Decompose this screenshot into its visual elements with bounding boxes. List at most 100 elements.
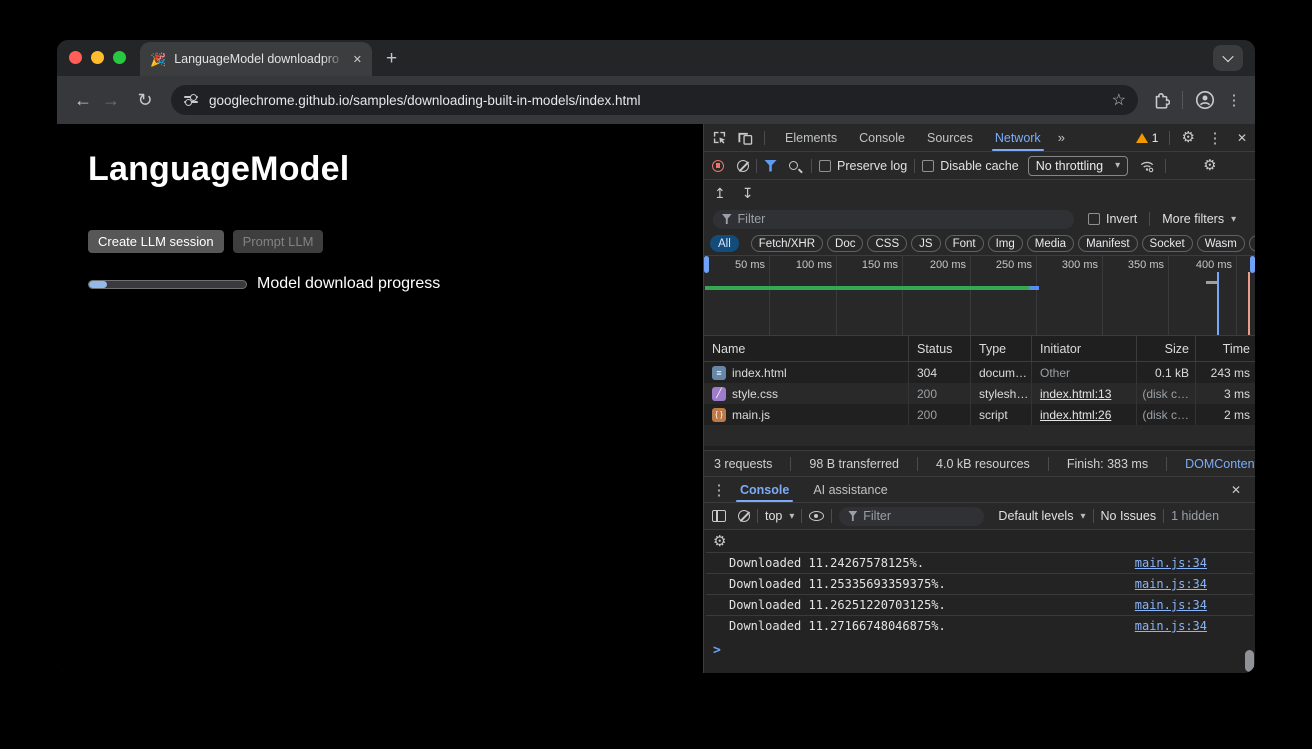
forward-button[interactable]: → [97,90,125,111]
chip-fetch-xhr[interactable]: Fetch/XHR [751,235,823,252]
timeline-tick: 50 ms [705,259,765,271]
export-har-icon[interactable]: ↧ [742,185,754,202]
chip-media[interactable]: Media [1027,235,1074,252]
network-overview-timeline[interactable]: 50 ms 100 ms 150 ms 200 ms 250 ms 300 ms… [704,256,1255,336]
devtools-menu-kebab-icon[interactable]: ⋮ [1206,129,1224,147]
prompt-llm-button: Prompt LLM [233,230,324,253]
message-source-link[interactable]: main.js:34 [1135,556,1207,570]
device-toolbar-icon[interactable] [737,130,753,145]
execution-context-select[interactable]: top ▾ [765,509,794,523]
tab-close-icon[interactable]: ✕ [353,53,362,66]
hidden-messages-count[interactable]: 1 hidden [1171,509,1219,523]
chip-manifest[interactable]: Manifest [1078,235,1137,252]
browser-menu-kebab-icon[interactable]: ⋮ [1225,91,1243,109]
back-button[interactable]: ← [69,90,97,111]
tab-sources[interactable]: Sources [918,124,982,151]
timeline-tick: 200 ms [906,259,966,271]
timeline-gridline [769,256,770,335]
message-source-link[interactable]: main.js:34 [1135,577,1207,591]
address-bar[interactable]: googlechrome.github.io/samples/downloadi… [171,85,1138,115]
reload-button[interactable]: ↻ [131,90,159,111]
divider [1048,457,1049,471]
zoom-window-button[interactable] [113,51,126,64]
tab-network[interactable]: Network [986,124,1050,151]
console-message: Downloaded 11.25335693359375%. main.js:3… [706,573,1253,594]
table-row[interactable]: ≡index.html 304 docum… Other 0.1 kB 243 … [704,362,1255,383]
chip-other[interactable]: Other [1249,235,1255,252]
chip-all[interactable]: All [710,235,739,252]
tab-search-button[interactable] [1213,45,1243,71]
message-source-link[interactable]: main.js:34 [1135,598,1207,612]
console-sidebar-icon[interactable] [712,510,726,522]
console-toolbar: top ▾ Default levels ▾ No Issues 1 hidde… [704,502,1255,530]
preserve-log-checkbox[interactable] [819,160,831,172]
issues-badge[interactable]: 1 [1136,131,1159,145]
profile-icon[interactable] [1195,90,1215,110]
chip-css[interactable]: CSS [867,235,907,252]
record-network-log-icon[interactable] [712,160,724,172]
browser-tab[interactable]: 🎉 LanguageModel downloadpro ✕ [140,42,372,76]
new-tab-button[interactable]: + [386,49,397,68]
extensions-icon[interactable] [1152,91,1170,109]
tab-console[interactable]: Console [850,124,914,151]
timeline-left-handle[interactable] [704,256,709,273]
console-filter-input[interactable] [863,509,975,523]
devtools-settings-gear-icon[interactable]: ⚙ [1181,130,1194,145]
message-source-link[interactable]: main.js:34 [1135,619,1207,633]
invert-checkbox[interactable] [1088,213,1100,225]
drawer-tab-ai-assistance[interactable]: AI assistance [801,477,899,502]
console-prompt[interactable]: > [704,636,1255,673]
more-filters-button[interactable]: More filters ▾ [1162,212,1236,226]
chip-wasm[interactable]: Wasm [1197,235,1245,252]
console-settings-gear-icon[interactable]: ⚙ [713,534,726,549]
overview-request-bar-tip [1029,286,1039,290]
live-expression-eye-icon[interactable] [809,511,824,521]
network-conditions-icon[interactable] [1139,159,1155,173]
site-settings-icon[interactable] [183,92,199,108]
clear-network-log-icon[interactable] [737,160,749,172]
network-settings-gear-icon[interactable]: ⚙ [1203,158,1216,173]
drawer-kebab-icon[interactable]: ⋮ [710,481,728,499]
col-size[interactable]: Size [1136,336,1195,361]
chip-font[interactable]: Font [945,235,984,252]
page-title: LanguageModel [88,150,703,189]
more-panels-icon[interactable]: » [1054,130,1069,145]
network-filter-input[interactable] [738,212,1065,226]
minimize-window-button[interactable] [91,51,104,64]
disable-cache-checkbox[interactable] [922,160,934,172]
table-row[interactable]: { }main.js 200 script index.html:26 (dis… [704,404,1255,425]
log-levels-select[interactable]: Default levels ▾ [998,509,1085,523]
clear-console-icon[interactable] [738,510,750,522]
timeline-right-handle[interactable] [1250,256,1255,273]
inspect-element-icon[interactable] [712,130,727,145]
col-time[interactable]: Time [1195,336,1255,361]
close-window-button[interactable] [69,51,82,64]
chip-doc[interactable]: Doc [827,235,863,252]
filter-funnel-icon[interactable] [764,160,777,172]
create-llm-session-button[interactable]: Create LLM session [88,230,224,253]
issues-link[interactable]: No Issues [1101,509,1157,523]
col-type[interactable]: Type [970,336,1031,361]
col-name[interactable]: Name [704,336,908,361]
initiator-link[interactable]: index.html:13 [1040,387,1111,401]
drawer-close-icon[interactable]: ✕ [1231,483,1241,497]
table-row[interactable]: ╱style.css 200 stylesh… index.html:13 (d… [704,383,1255,404]
domcontentloaded-marker [1217,272,1219,335]
initiator-link[interactable]: index.html:26 [1040,408,1111,422]
divider [757,509,758,523]
drawer-tab-console[interactable]: Console [728,477,801,502]
chevron-down-icon: ▾ [1231,214,1236,225]
import-har-icon[interactable]: ↥ [714,185,726,202]
scrollbar-thumb[interactable] [1245,650,1254,672]
chip-socket[interactable]: Socket [1142,235,1193,252]
tab-elements[interactable]: Elements [776,124,846,151]
preserve-log-label: Preserve log [837,159,907,173]
col-initiator[interactable]: Initiator [1031,336,1136,361]
col-status[interactable]: Status [908,336,970,361]
search-icon[interactable] [789,161,801,170]
devtools-close-icon[interactable]: ✕ [1237,131,1247,145]
throttling-select[interactable]: No throttling ▾ [1028,156,1128,176]
chip-js[interactable]: JS [911,235,940,252]
bookmark-star-icon[interactable]: ☆ [1112,90,1126,110]
chip-img[interactable]: Img [988,235,1023,252]
